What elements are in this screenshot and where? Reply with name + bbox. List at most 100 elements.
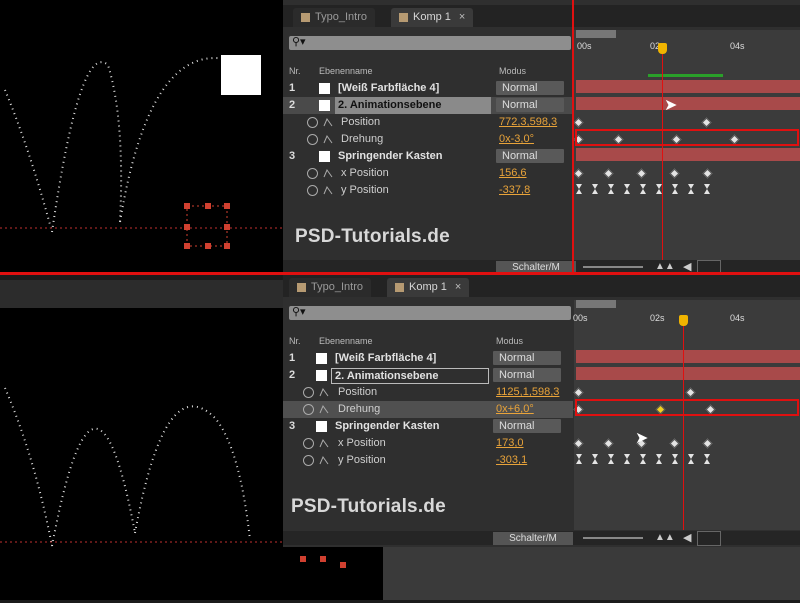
- layer-bar[interactable]: [576, 367, 800, 380]
- layer-bar[interactable]: [576, 97, 800, 110]
- stopwatch-icon[interactable]: [307, 185, 318, 196]
- close-icon[interactable]: ×: [459, 11, 465, 23]
- close-icon[interactable]: ×: [455, 281, 461, 293]
- layer-color-swatch: [319, 151, 330, 162]
- property-value[interactable]: -303,1: [496, 452, 527, 469]
- mode-dropdown[interactable]: Normal: [493, 351, 561, 365]
- layer-bar[interactable]: [576, 418, 800, 431]
- layer-row[interactable]: 2 2. Animationsebene Normal: [283, 367, 573, 384]
- property-value[interactable]: 0x-3,0°: [499, 131, 534, 148]
- property-name: x Position: [341, 167, 389, 179]
- layer-name: 2. Animationsebene: [335, 97, 491, 114]
- layer-name: Springender Kasten: [335, 420, 440, 432]
- tab-bar: Typo_Intro Komp 1 ×: [283, 275, 800, 297]
- empty-panel-area: [383, 547, 800, 600]
- hold-keyframes[interactable]: [573, 183, 713, 195]
- layer-bar[interactable]: [576, 350, 800, 363]
- mode-dropdown[interactable]: Normal: [496, 149, 564, 163]
- property-value[interactable]: 772,3,598,3: [499, 114, 557, 131]
- property-row[interactable]: x Position 156,6: [283, 165, 573, 182]
- search-input[interactable]: ⚲▾: [289, 36, 571, 50]
- property-value[interactable]: 156,6: [499, 165, 527, 182]
- mode-dropdown[interactable]: Normal: [493, 419, 561, 433]
- column-header: Nr. Ebenenname Modus: [283, 336, 573, 349]
- mode-dropdown[interactable]: Normal: [493, 368, 561, 382]
- property-value[interactable]: -337,8: [499, 182, 530, 199]
- mode-dropdown[interactable]: Normal: [496, 81, 564, 95]
- zoom-in-icon[interactable]: ▲▲: [655, 532, 675, 543]
- property-row[interactable]: Position 1125,1,598,3: [283, 384, 573, 401]
- stopwatch-icon[interactable]: [303, 404, 314, 415]
- arrow-left-icon[interactable]: ◀: [683, 531, 691, 544]
- graph-icon[interactable]: [319, 438, 329, 448]
- stopwatch-icon[interactable]: [303, 438, 314, 449]
- tab-label: Typo_Intro: [311, 281, 363, 293]
- timeline-footer: Schalter/M ▲▲ ◀: [283, 531, 800, 546]
- property-row[interactable]: x Position 173,0: [283, 435, 573, 452]
- switches-modes-toggle[interactable]: Schalter/M: [493, 532, 573, 545]
- layer-row[interactable]: 1 [Weiß Farbfläche 4] Normal: [283, 350, 573, 367]
- highlight-box: [575, 129, 799, 146]
- tab-bar: Typo_Intro Komp 1 ×: [283, 5, 800, 27]
- property-row[interactable]: Position 772,3,598,3: [283, 114, 573, 131]
- layer-row[interactable]: 1 [Weiß Farbfläche 4] Normal: [283, 80, 573, 97]
- layer-color-swatch: [316, 370, 327, 381]
- stopwatch-icon[interactable]: [303, 387, 314, 398]
- graph-icon[interactable]: [323, 168, 333, 178]
- graph-icon[interactable]: [319, 387, 329, 397]
- stopwatch-icon[interactable]: [303, 455, 314, 466]
- psd-tutorials-watermark: PSD-Tutorials.de: [295, 226, 450, 247]
- layer-bar[interactable]: [576, 80, 800, 93]
- viewer-toolbar: [0, 280, 283, 308]
- composition-viewer-top[interactable]: [0, 0, 283, 272]
- search-icon: ⚲▾: [292, 306, 306, 318]
- property-row-selected[interactable]: Drehung 0x+6,0°: [283, 401, 573, 418]
- search-input[interactable]: ⚲▾: [289, 306, 571, 320]
- mouse-cursor-icon: ➤: [664, 97, 678, 114]
- graph-icon[interactable]: [323, 117, 333, 127]
- cache-bar: [648, 74, 723, 77]
- layer-name: 2. Animationsebene: [331, 368, 489, 384]
- tab-komp-1[interactable]: Komp 1 ×: [391, 8, 474, 27]
- mode-dropdown[interactable]: Normal: [496, 98, 564, 112]
- layer-row[interactable]: 3 Springender Kasten Normal: [283, 148, 573, 165]
- graph-icon[interactable]: [323, 134, 333, 144]
- highlight-box: [575, 399, 799, 416]
- layer-color-swatch: [319, 100, 330, 111]
- property-name: Drehung: [338, 403, 381, 415]
- layer-name: [Weiß Farbfläche 4]: [338, 82, 440, 94]
- white-box-shape: [221, 55, 261, 95]
- work-area-bar[interactable]: [576, 300, 616, 308]
- property-value[interactable]: 173,0: [496, 435, 524, 452]
- layer-bar[interactable]: [576, 148, 800, 161]
- layer-number: 1: [289, 82, 296, 94]
- property-row[interactable]: Drehung 0x-3,0°: [283, 131, 573, 148]
- work-area-bar[interactable]: [576, 30, 616, 38]
- scroll-box[interactable]: [697, 531, 721, 546]
- col-nr: Nr.: [289, 336, 301, 346]
- col-layer-name: Ebenenname: [319, 66, 373, 76]
- tab-typo-intro[interactable]: Typo_Intro: [289, 278, 371, 297]
- cti-line: [683, 326, 684, 530]
- zoom-slider[interactable]: [583, 537, 643, 539]
- graph-icon[interactable]: [323, 185, 333, 195]
- stopwatch-icon[interactable]: [307, 168, 318, 179]
- stopwatch-icon[interactable]: [307, 134, 318, 145]
- hold-keyframes[interactable]: [573, 453, 713, 465]
- property-row[interactable]: y Position -303,1: [283, 452, 573, 469]
- property-value[interactable]: 1125,1,598,3: [496, 384, 559, 401]
- zoom-slider[interactable]: [583, 266, 643, 268]
- zoom-in-icon[interactable]: ▲▲: [655, 261, 675, 272]
- current-time-indicator[interactable]: [658, 43, 667, 54]
- current-time-indicator[interactable]: [679, 315, 688, 326]
- property-row[interactable]: y Position -337,8: [283, 182, 573, 199]
- layer-row-selected[interactable]: 2 2. Animationsebene Normal: [283, 97, 573, 114]
- graph-icon[interactable]: [319, 455, 329, 465]
- layer-row[interactable]: 3 Springender Kasten Normal: [283, 418, 573, 435]
- property-value[interactable]: 0x+6,0°: [496, 401, 534, 418]
- stopwatch-icon[interactable]: [307, 117, 318, 128]
- tab-komp-1[interactable]: Komp 1 ×: [387, 278, 470, 297]
- graph-icon[interactable]: [319, 404, 329, 414]
- tab-typo-intro[interactable]: Typo_Intro: [293, 8, 375, 27]
- ruler-label: 04s: [730, 41, 745, 51]
